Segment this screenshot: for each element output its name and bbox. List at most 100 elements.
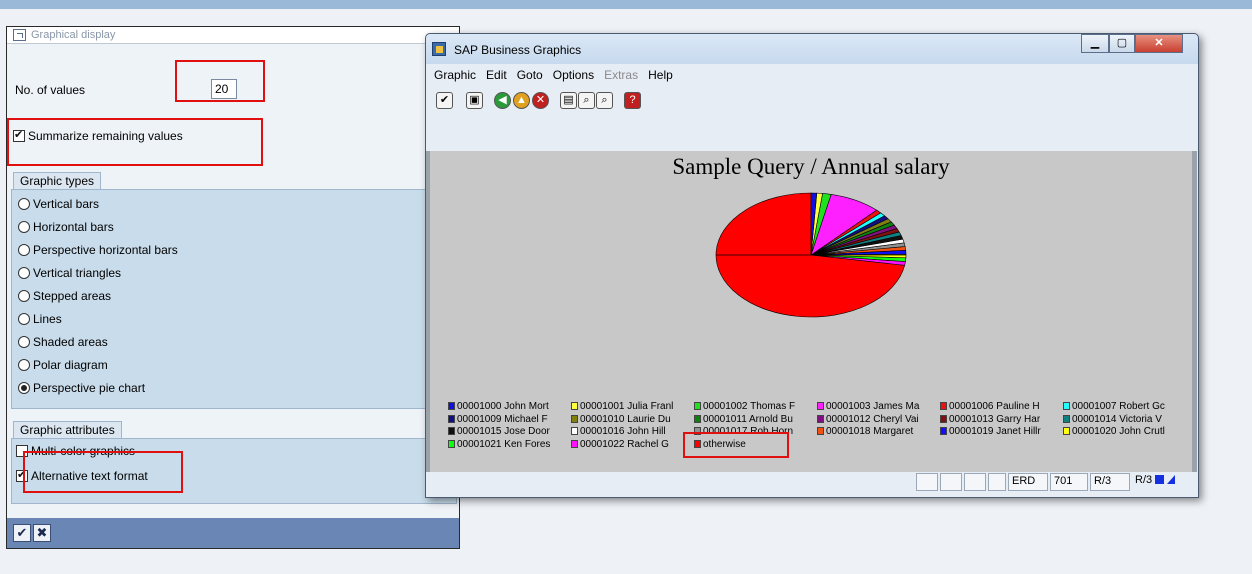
legend-swatch: [817, 414, 824, 423]
legend-label: 00001018 Margaret: [826, 426, 914, 437]
legend-item: 00001003 James Ma: [817, 401, 934, 413]
window-title: SAP Business Graphics: [454, 43, 582, 57]
legend-item: 00001014 Victoria V: [1063, 414, 1180, 426]
legend-label: 00001021 Ken Fores: [457, 438, 551, 450]
sap-business-graphics-window: SAP Business Graphics ▁ ▢ ✕ Graphic Edit G…: [425, 33, 1199, 498]
dialog-button-bar: ✔ ✖: [7, 518, 459, 548]
graphic-type-label: Perspective horizontal bars: [33, 242, 178, 257]
legend-swatch: [1063, 427, 1070, 435]
legend-label: 00001010 Laurie Du: [580, 413, 671, 425]
cancel-icon[interactable]: ✖: [33, 524, 51, 542]
dialog-title: Graphical display: [31, 29, 116, 41]
legend-swatch: [940, 414, 947, 423]
legend-swatch: [571, 402, 578, 410]
graphic-type-label: Shaded areas: [33, 334, 108, 349]
legend-item: 00001007 Robert Gc: [1063, 401, 1180, 413]
graphic-type-option[interactable]: Vertical triangles: [18, 261, 178, 284]
legend-label: 00001007 Robert Gc: [1072, 401, 1165, 412]
radio-button[interactable]: [18, 358, 30, 371]
legend-item: 00001002 Thomas F: [694, 401, 811, 413]
back-icon[interactable]: ◀: [494, 92, 511, 109]
legend-item: 00001022 Rachel G: [571, 439, 688, 451]
highlight-values: [175, 60, 265, 102]
legend-swatch: [448, 414, 455, 423]
graphic-types-group: Vertical bars Horizontal bars Perspective …: [11, 189, 457, 409]
legend-swatch: [817, 427, 824, 435]
legend-label: 00001000 John Mort: [457, 401, 549, 412]
radio-button[interactable]: [18, 197, 30, 210]
graphic-type-label: Perspective pie chart: [33, 380, 146, 395]
graphic-type-label: Vertical triangles: [33, 265, 122, 280]
radio-button[interactable]: [18, 266, 30, 279]
print-icon[interactable]: ▤: [560, 92, 577, 109]
graphic-type-option[interactable]: Polar diagram: [18, 353, 178, 376]
legend-item: 00001009 Michael F: [448, 414, 565, 426]
status-system: ERD: [1008, 473, 1048, 491]
legend-item: 00001012 Cheryl Vai: [817, 414, 934, 426]
check-icon[interactable]: ✔: [13, 524, 31, 542]
graphic-type-label: Polar diagram: [33, 357, 108, 372]
status-box: [940, 473, 962, 491]
graphic-type-label: Stepped areas: [33, 288, 112, 303]
legend-label: 00001015 Jose Door: [457, 426, 550, 437]
minimize-icon[interactable]: ▁: [1081, 34, 1109, 53]
find-icon[interactable]: ⌕: [578, 92, 595, 109]
menu-bar: Graphic Edit Goto Options Extras Help: [434, 68, 673, 86]
radio-button[interactable]: [18, 381, 30, 394]
menu-graphic[interactable]: Graphic: [434, 68, 476, 86]
legend-item: 00001011 Arnold Bu: [694, 414, 811, 426]
legend-item: 00001018 Margaret: [817, 426, 934, 438]
dialog-icon: [13, 29, 26, 41]
chart-area: Sample Query / Annual salary 00001000 Jo…: [430, 151, 1192, 472]
dialog-titlebar: Graphical display: [7, 27, 459, 44]
legend-swatch: [694, 414, 701, 423]
status-box: [964, 473, 986, 491]
graphic-type-label: Horizontal bars: [33, 219, 114, 234]
highlight-otherwise: [683, 432, 789, 458]
maximize-icon[interactable]: ▢: [1109, 34, 1135, 53]
graphic-types-tab: Graphic types: [13, 172, 102, 189]
graphic-type-option[interactable]: Perspective horizontal bars: [18, 238, 178, 261]
graphic-type-option[interactable]: Stepped areas: [18, 284, 178, 307]
radio-button[interactable]: [18, 289, 30, 302]
status-release-1: R/3: [1090, 473, 1130, 491]
legend-swatch: [571, 414, 578, 423]
legend-swatch: [817, 402, 824, 410]
menu-options[interactable]: Options: [553, 68, 594, 86]
graphic-type-option[interactable]: Lines: [18, 307, 178, 330]
legend-label: 00001014 Victoria V: [1072, 413, 1162, 425]
highlight-alt-text: [23, 451, 183, 493]
menu-goto[interactable]: Goto: [517, 68, 543, 86]
find-next-icon[interactable]: ⌕: [596, 92, 613, 109]
legend-label: 00001003 James Ma: [826, 401, 920, 412]
close-icon[interactable]: ✕: [1135, 34, 1183, 53]
status-bar: ERD 701 R/3 R/3: [430, 472, 1194, 494]
radio-button[interactable]: [18, 335, 30, 348]
radio-button[interactable]: [18, 243, 30, 256]
save-icon[interactable]: ▣: [466, 92, 483, 109]
legend-item: 00001013 Garry Har: [940, 414, 1057, 426]
legend-label: 00001006 Pauline H: [949, 401, 1040, 412]
legend-item: 00001015 Jose Door: [448, 426, 565, 438]
status-box: [988, 473, 1006, 491]
pie-chart: [715, 192, 907, 318]
help-icon[interactable]: ?: [624, 92, 641, 109]
menu-edit[interactable]: Edit: [486, 68, 507, 86]
exit-icon[interactable]: ▲: [513, 92, 530, 109]
graphic-type-option[interactable]: Vertical bars: [18, 192, 178, 215]
menu-extras[interactable]: Extras: [604, 68, 638, 86]
confirm-icon[interactable]: ✔: [436, 92, 453, 109]
graphic-type-option[interactable]: Perspective pie chart: [18, 376, 178, 399]
status-release-2: R/3: [1132, 473, 1188, 491]
app-icon: [432, 42, 446, 56]
graphic-type-option[interactable]: Horizontal bars: [18, 215, 178, 238]
legend-label: 00001001 Julia Franl: [580, 401, 674, 412]
highlight-summarize: [7, 118, 263, 166]
menu-help[interactable]: Help: [648, 68, 673, 86]
legend-label: 00001022 Rachel G: [580, 438, 669, 450]
cancel-icon[interactable]: ✕: [532, 92, 549, 109]
radio-button[interactable]: [18, 220, 30, 233]
graphic-type-option[interactable]: Shaded areas: [18, 330, 178, 353]
radio-button[interactable]: [18, 312, 30, 325]
legend-item: 00001020 John Crutl: [1063, 426, 1180, 438]
